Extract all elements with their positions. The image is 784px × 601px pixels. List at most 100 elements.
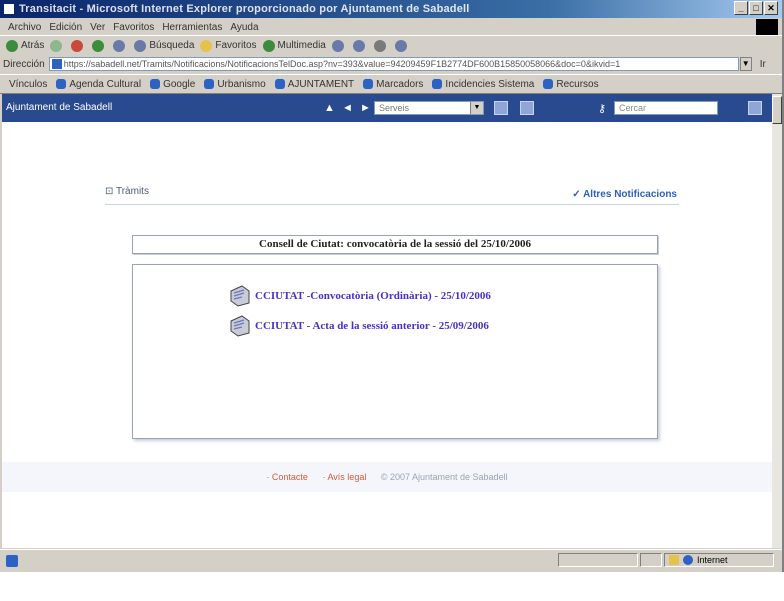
ie-page-icon <box>150 79 161 89</box>
globe-icon <box>683 555 693 565</box>
contact-link[interactable]: · Contacte <box>266 472 308 482</box>
back-label: Atrás <box>21 40 45 51</box>
edit-icon <box>394 39 407 52</box>
scrollbar-thumb[interactable] <box>772 96 782 124</box>
site-search-input[interactable]: Cercar <box>614 101 718 115</box>
sitemap-button[interactable] <box>520 101 534 115</box>
document-icon <box>230 285 250 307</box>
menu-ayuda[interactable]: Ayuda <box>230 22 258 33</box>
document-label: CCIUTAT - Acta de la sessió anterior - 2… <box>255 320 489 332</box>
link-label: AJUNTAMENT <box>287 78 355 90</box>
stop-button[interactable] <box>71 39 86 52</box>
link-ajuntament[interactable]: AJUNTAMENT <box>274 78 355 90</box>
title-bar: Transitacit - Microsoft Internet Explore… <box>0 0 782 18</box>
favorites-label: Favoritos <box>215 40 257 51</box>
document-link-convocatoria[interactable]: CCIUTAT -Convocatòria (Ordinària) - 25/1… <box>228 285 491 307</box>
menu-archivo[interactable]: Archivo <box>8 22 41 33</box>
zone-label: Internet <box>697 555 728 565</box>
ie-page-icon <box>56 79 67 89</box>
status-panes: Internet <box>556 553 774 567</box>
go-button[interactable]: Ir <box>760 59 766 70</box>
document-icon <box>230 315 250 337</box>
link-label: Recursos <box>556 78 599 90</box>
browser-window: Transitacit - Microsoft Internet Explore… <box>0 0 784 572</box>
right-arrow-icon[interactable]: ► <box>360 102 371 114</box>
notification-title: Consell de Ciutat: convocatòria de la se… <box>132 235 658 254</box>
address-bar: Dirección https://sabadell.net/Tramits/N… <box>0 55 782 73</box>
link-incidencies[interactable]: Incidencies Sistema <box>432 79 534 90</box>
home-icon <box>113 39 126 52</box>
windows-logo-icon <box>756 19 778 35</box>
mail-button[interactable] <box>352 39 368 52</box>
link-urbanismo[interactable]: Urbanismo <box>204 79 266 90</box>
section-go-button[interactable] <box>494 101 508 115</box>
maximize-button[interactable]: □ <box>749 1 763 15</box>
site-search-button[interactable] <box>748 101 762 115</box>
link-recursos[interactable]: Recursos <box>543 78 599 90</box>
link-label: Agenda Cultural <box>69 78 142 90</box>
document-link-acta[interactable]: CCIUTAT - Acta de la sessió anterior - 2… <box>228 315 489 337</box>
key-icon: ⚷ <box>598 103 607 115</box>
site-brand[interactable]: Ajuntament de Sabadell <box>6 102 112 113</box>
ie-page-icon <box>363 79 374 89</box>
print-button[interactable] <box>373 39 389 52</box>
address-input[interactable]: https://sabadell.net/Tramits/Notificacio… <box>48 57 739 71</box>
header-divider <box>105 204 679 205</box>
section-select-value: Serveis <box>379 103 410 113</box>
refresh-button[interactable] <box>92 39 107 52</box>
documents-panel: CCIUTAT -Convocatòria (Ordinària) - 25/1… <box>132 264 658 439</box>
security-zone: Internet <box>664 553 774 567</box>
edit-button[interactable] <box>394 39 410 52</box>
page-title: ⊡ Tràmits <box>105 186 149 197</box>
lock-icon <box>669 555 679 565</box>
chevron-down-icon: ▼ <box>470 102 483 114</box>
search-icon <box>134 39 147 52</box>
search-button[interactable]: Búsqueda <box>134 39 195 52</box>
page-content: Ajuntament de Sabadell ▲ ◄ ► Serveis ▼ ⚷… <box>2 94 772 548</box>
other-notifications-link[interactable]: ✓ Altres Notificacions <box>572 189 677 200</box>
star-icon <box>200 39 213 52</box>
links-label: Vínculos <box>9 78 48 90</box>
page-footer: · Contacte · Avís legal © 2007 Ajuntamen… <box>2 462 772 492</box>
menu-ver[interactable]: Ver <box>90 22 105 33</box>
ie-page-icon <box>543 79 554 89</box>
address-label: Dirección <box>3 58 45 70</box>
multimedia-icon <box>262 39 275 52</box>
link-marcadors[interactable]: Marcadors <box>363 79 423 90</box>
status-pane <box>640 553 662 567</box>
menu-herramientas[interactable]: Herramientas <box>162 22 222 33</box>
menu-bar: Archivo Edición Ver Favoritos Herramient… <box>0 19 770 35</box>
link-google[interactable]: Google <box>150 79 195 90</box>
left-arrow-icon[interactable]: ◄ <box>342 102 353 114</box>
minimize-button[interactable]: _ <box>734 1 748 15</box>
legal-link[interactable]: · Avís legal <box>322 472 366 482</box>
page-status-icon <box>6 555 18 567</box>
stop-icon <box>71 39 84 52</box>
ie-icon <box>3 3 15 15</box>
window-controls: _ □ ✕ <box>734 1 778 15</box>
section-select[interactable]: Serveis ▼ <box>374 101 484 115</box>
back-arrow-icon <box>6 39 18 52</box>
links-bar: Vínculos Agenda Cultural Google Urbanism… <box>0 74 782 94</box>
vertical-scrollbar[interactable] <box>772 94 782 548</box>
link-agenda-cultural[interactable]: Agenda Cultural <box>56 79 141 90</box>
home-button[interactable] <box>113 39 128 52</box>
print-icon <box>373 39 386 52</box>
other-notifications-label: Altres Notificacions <box>583 189 677 200</box>
close-button[interactable]: ✕ <box>764 1 778 15</box>
up-arrow-icon[interactable]: ▲ <box>324 102 335 114</box>
link-label: Google <box>163 78 196 90</box>
favorites-button[interactable]: Favoritos <box>200 39 257 52</box>
multimedia-button[interactable]: Multimedia <box>262 39 326 52</box>
search-label: Búsqueda <box>149 40 195 51</box>
ie-page-icon <box>432 79 443 89</box>
menu-edicion[interactable]: Edición <box>49 22 82 33</box>
multimedia-label: Multimedia <box>277 40 326 51</box>
menu-favoritos[interactable]: Favoritos <box>113 22 154 33</box>
back-button[interactable]: Atrás <box>6 39 45 52</box>
history-button[interactable] <box>331 39 347 52</box>
address-dropdown[interactable]: ▼ <box>739 57 752 71</box>
site-header-bar: Ajuntament de Sabadell ▲ ◄ ► Serveis ▼ ⚷… <box>2 94 772 122</box>
forward-button[interactable] <box>50 39 65 52</box>
ie-page-icon <box>204 79 215 89</box>
